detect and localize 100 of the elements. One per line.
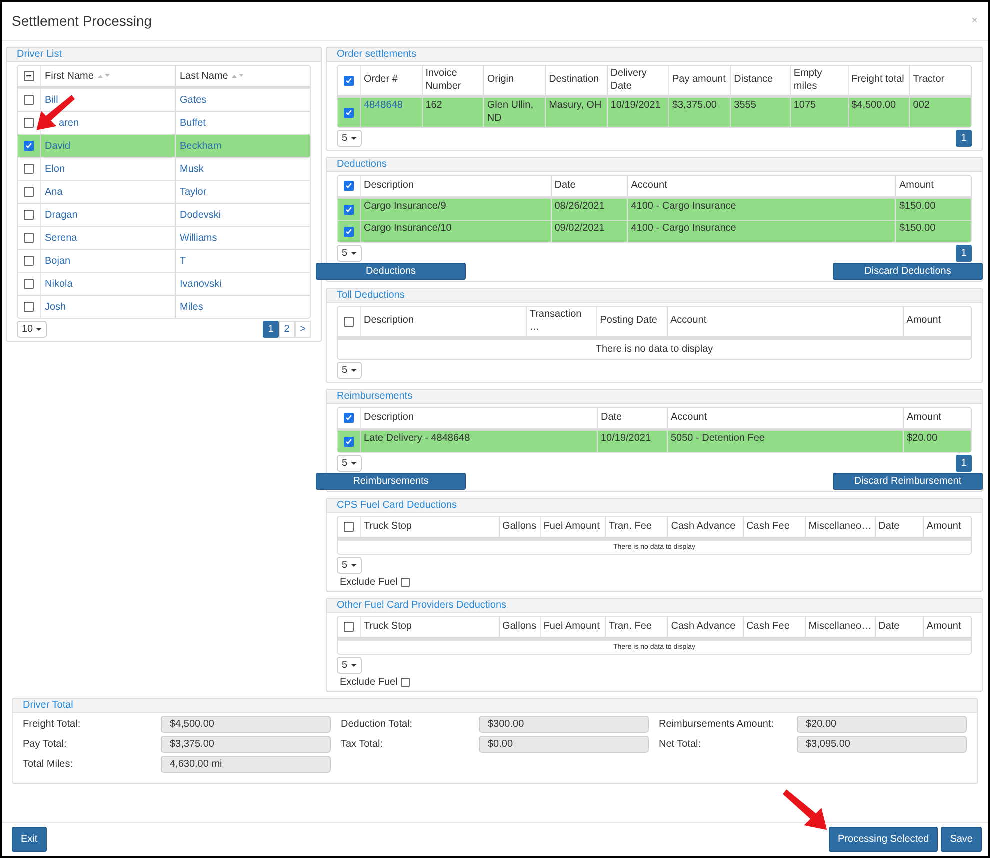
first-name-link[interactable]: Josh [45, 302, 66, 312]
exclude-fuel-checkbox[interactable] [400, 578, 410, 587]
first-name-link[interactable]: Elon [45, 164, 66, 174]
select-all-checkbox[interactable] [344, 622, 354, 632]
page-button[interactable]: > [295, 321, 311, 338]
select-all-checkbox[interactable] [344, 316, 354, 326]
checkbox[interactable] [24, 164, 34, 174]
column-header[interactable]: Miscellaneo… [808, 520, 872, 534]
column-header[interactable]: Amount [926, 620, 962, 634]
action-button[interactable]: Discard Deductions [833, 263, 983, 280]
column-header[interactable]: Date [601, 412, 622, 424]
last-name-link[interactable]: Gates [180, 94, 207, 106]
checkbox[interactable] [24, 302, 34, 312]
first-name-link[interactable]: Bill [45, 94, 58, 106]
checkbox[interactable] [344, 226, 354, 236]
action-button[interactable]: Discard Reimbursement [833, 473, 983, 490]
first-name-link[interactable]: Ana [45, 186, 63, 198]
driver-row[interactable]: Serena Williams [18, 227, 310, 250]
column-header[interactable]: Gallons [502, 520, 536, 534]
page-button[interactable]: 1 [956, 130, 972, 147]
table-row[interactable]: Cargo Insurance/9 08/26/2021 4100 - Cargo Insurance $150.00 [338, 199, 971, 221]
action-button[interactable]: Reimbursements [316, 473, 466, 490]
page-size-dropdown[interactable]: 5 [337, 362, 362, 379]
column-header[interactable]: Distance [734, 74, 774, 87]
select-all-checkbox[interactable] [344, 413, 354, 423]
column-header[interactable]: Delivery Date [610, 68, 666, 93]
last-name-link[interactable]: T [180, 256, 186, 266]
column-header[interactable]: Miscellaneo… [808, 620, 872, 634]
table-row[interactable]: Late Delivery - 4848648 10/19/2021 5050 - Detention Fee $20.00 [338, 431, 971, 452]
last-name-link[interactable]: Musk [180, 164, 204, 174]
column-header[interactable]: Account [670, 315, 707, 328]
checkbox[interactable] [24, 118, 34, 128]
column-header[interactable]: Description [364, 180, 414, 192]
column-header[interactable]: Cash Fee [746, 620, 790, 634]
page-size-dropdown[interactable]: 5 [337, 245, 362, 262]
column-header[interactable]: Gallons [502, 620, 536, 634]
column-header[interactable]: Transaction … [530, 309, 594, 334]
column-header[interactable]: Order # [364, 74, 398, 87]
page-size-dropdown[interactable]: 5 [337, 557, 362, 574]
column-header[interactable]: Account [671, 412, 708, 424]
driver-row[interactable]: Nikola Ivanovski [18, 273, 310, 296]
last-name-link[interactable]: Miles [180, 302, 204, 312]
column-header[interactable]: Tractor [913, 74, 945, 87]
first-name-link[interactable]: Dragan [45, 210, 78, 220]
footer-button[interactable]: Save [941, 827, 982, 852]
column-header[interactable]: Cash Advance [671, 620, 736, 634]
column-header[interactable]: Fuel Amount [544, 520, 600, 534]
table-row[interactable]: 4848648 162 Glen Ullin, ND Masury, OH 10/19/2021 $3,375.00 3555 1075 $4,500.00 002 [338, 98, 971, 127]
column-header[interactable]: Posting Date [600, 315, 658, 328]
last-name-link[interactable]: Williams [180, 232, 218, 244]
column-header[interactable]: Cash Fee [746, 520, 790, 534]
last-name-link[interactable]: Dodevski [180, 210, 222, 220]
column-header[interactable]: Origin [487, 74, 514, 87]
driver-row[interactable]: Josh Miles [18, 296, 310, 318]
column-header[interactable]: Amount [906, 315, 942, 328]
exclude-fuel-checkbox[interactable] [400, 678, 410, 687]
last-name-link[interactable]: Taylor [180, 186, 207, 198]
column-header[interactable]: Date [878, 620, 900, 634]
partial-select-icon[interactable] [24, 71, 34, 81]
column-header[interactable]: Date [878, 520, 900, 534]
first-name-link[interactable]: Bojan [45, 256, 71, 266]
checkbox[interactable] [24, 279, 34, 289]
page-button[interactable]: 2 [279, 321, 295, 338]
driver-row[interactable]: Dragan Dodevski [18, 204, 310, 227]
checkbox[interactable] [344, 436, 354, 446]
column-header[interactable]: Pay amount [672, 74, 726, 87]
column-header[interactable]: Amount [907, 412, 942, 424]
column-header[interactable]: Amount [926, 520, 962, 534]
column-header[interactable]: Tran. Fee [608, 620, 652, 634]
column-header[interactable]: Destination [549, 74, 600, 87]
column-header[interactable]: Invoice Number [426, 68, 480, 93]
select-all-checkbox[interactable] [344, 181, 354, 191]
checkbox[interactable] [24, 210, 34, 220]
footer-button[interactable]: Processing Selected [829, 827, 938, 852]
checkbox[interactable] [24, 187, 34, 197]
column-header[interactable]: Truck Stop [364, 520, 412, 534]
column-header[interactable]: Fuel Amount [544, 620, 600, 634]
last-name-link[interactable]: Buffet [180, 118, 206, 128]
first-name-link[interactable]: aren [59, 118, 80, 128]
page-size-dropdown[interactable]: 5 [337, 455, 362, 472]
checkbox[interactable] [344, 108, 354, 118]
page-size-dropdown[interactable]: 5 [337, 657, 362, 674]
column-header[interactable]: Account [631, 180, 668, 192]
column-header[interactable]: First Name [45, 70, 94, 82]
page-button[interactable]: 1 [263, 321, 279, 338]
checkbox[interactable] [24, 233, 34, 243]
select-all-checkbox[interactable] [344, 522, 354, 532]
last-name-link[interactable]: Ivanovski [180, 278, 222, 290]
first-name-link[interactable]: Nikola [45, 278, 73, 290]
column-header[interactable]: Amount [899, 180, 934, 192]
checkbox[interactable] [24, 256, 34, 266]
page-button[interactable]: 1 [956, 455, 972, 472]
column-header[interactable]: Cash Advance [671, 520, 736, 534]
driver-row[interactable]: Elon Musk [18, 158, 310, 181]
column-header[interactable]: Date [554, 180, 576, 192]
exit-button[interactable]: Exit [12, 827, 47, 852]
column-header[interactable]: Description [364, 315, 414, 328]
page-button[interactable]: 1 [956, 245, 972, 262]
driver-row[interactable]: Ana Taylor [18, 181, 310, 204]
select-all-checkbox[interactable] [344, 76, 354, 86]
